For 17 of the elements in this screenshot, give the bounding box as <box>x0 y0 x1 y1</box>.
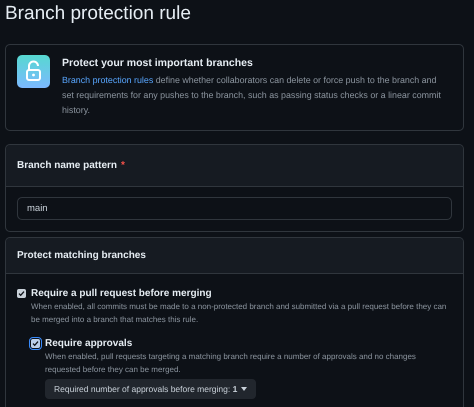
caret-icon <box>241 387 248 391</box>
checkbox[interactable] <box>31 339 40 348</box>
checkbox[interactable] <box>17 289 26 298</box>
option-description: When enabled, pull requests targeting a matching branch require a number of approvals and no changes requested before they can be merged. <box>44 351 417 376</box>
protection-rules-link[interactable]: Branch protection rules <box>62 75 154 85</box>
section-heading: Protect matching branches <box>17 250 146 261</box>
field-label: Branch name pattern <box>17 160 118 171</box>
required-mark: * <box>121 160 125 171</box>
option-description: When enabled, all commits must be made to a non-protected branch and submitted via a pull request before they can be merged into a branch that matches this rule. <box>30 301 448 326</box>
option-label: Require approvals <box>45 338 132 349</box>
option-label: Require a pull request before merging <box>31 288 212 299</box>
unlock-icon <box>17 55 50 88</box>
page-title: Branch protection rule <box>5 2 192 26</box>
branch-pattern-field[interactable]: main <box>17 197 452 220</box>
approvals-dropdown[interactable]: Required number of approvals before merging: 1 <box>45 379 256 399</box>
intro-text: Branch protection rules define whether collaborators can delete or force push to the branch and set requirements for any pushes to the branch, such as passing status checks or a linear commit history. <box>62 74 442 117</box>
intro-heading: Protect your most important branches <box>62 57 254 69</box>
